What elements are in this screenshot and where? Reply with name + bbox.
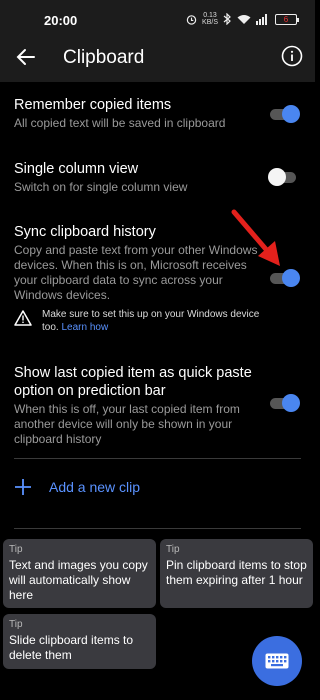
status-icons: 0.13 KB/S 6 — [186, 12, 299, 26]
sync-warning: Make sure to set this up on your Windows… — [14, 308, 274, 334]
toggle-knob — [282, 394, 300, 412]
toggle-quick-paste-prediction-bar[interactable] — [268, 392, 300, 414]
tip-label: Tip — [9, 619, 23, 630]
toggle-sync-clipboard-history[interactable] — [268, 267, 300, 289]
tip-label: Tip — [166, 544, 180, 555]
tip-card[interactable]: Tip Slide clipboard items to delete them — [3, 614, 156, 669]
keyboard-icon — [265, 653, 289, 669]
page-title: Clipboard — [63, 47, 145, 68]
toggle-knob — [282, 269, 300, 287]
status-time: 20:00 — [44, 13, 78, 28]
divider — [14, 458, 301, 459]
info-icon[interactable] — [281, 45, 303, 67]
battery-level: 6 — [283, 14, 289, 24]
learn-how-link[interactable]: Learn how — [61, 322, 108, 333]
keyboard-button[interactable] — [252, 636, 302, 686]
toggle-knob — [268, 168, 286, 186]
tip-text: Pin clipboard items to stop them expirin… — [166, 558, 307, 587]
bluetooth-icon — [223, 13, 231, 25]
arrow-back-icon[interactable] — [14, 45, 38, 69]
signal-icon — [256, 13, 267, 25]
setting-single-column-view: Single column view Switch on for single … — [14, 160, 254, 195]
setting-title: Remember copied items — [14, 97, 172, 113]
toggle-knob — [282, 105, 300, 123]
add-clip-label: Add a new clip — [49, 479, 141, 495]
setting-quick-paste-prediction-bar: Show last copied item as quick paste opt… — [14, 364, 264, 447]
status-bar: 20:00 0.13 KB/S 6 — [0, 0, 315, 36]
alarm-icon — [186, 14, 197, 25]
tip-label: Tip — [9, 544, 23, 555]
setting-remember-copied-items: Remember copied items All copied text wi… — [14, 96, 254, 131]
tip-text: Slide clipboard items to delete them — [9, 633, 134, 662]
plus-icon — [15, 479, 31, 495]
data-speed-value: 0.13 — [203, 12, 217, 19]
setting-title: Single column view — [14, 161, 139, 177]
setting-title: Show last copied item as quick paste opt… — [14, 365, 252, 399]
toggle-single-column-view[interactable] — [268, 166, 300, 188]
add-new-clip-button[interactable]: Add a new clip — [14, 478, 140, 496]
warning-text-block: Make sure to set this up on your Windows… — [42, 308, 274, 334]
wifi-icon — [237, 14, 251, 24]
data-speed-unit: KB/S — [202, 19, 218, 26]
setting-description: All copied text will be saved in clipboa… — [14, 116, 226, 130]
tip-card[interactable]: Tip Pin clipboard items to stop them exp… — [160, 539, 313, 608]
warning-icon — [14, 310, 32, 326]
battery-indicator: 6 — [275, 13, 299, 25]
setting-description: Switch on for single column view — [14, 180, 188, 194]
setting-description: When this is off, your last copied item … — [14, 402, 240, 446]
toggle-remember-copied-items[interactable] — [268, 103, 300, 125]
tip-card[interactable]: Tip Text and images you copy will automa… — [3, 539, 156, 608]
annotation-arrow-icon — [231, 209, 280, 266]
app-bar: Clipboard — [0, 36, 315, 82]
data-speed: 0.13 KB/S — [202, 12, 218, 26]
tip-text: Text and images you copy will automatica… — [9, 558, 148, 602]
divider — [14, 528, 301, 529]
